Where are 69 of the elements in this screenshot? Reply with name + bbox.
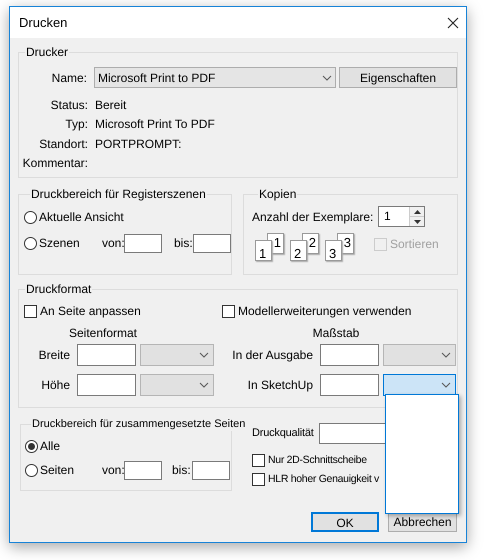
input-field[interactable] <box>124 460 162 480</box>
chevron-down-icon <box>322 74 332 80</box>
radio-label: Seiten <box>40 462 74 479</box>
cancel-button[interactable]: Abbrechen <box>388 512 457 532</box>
field-label: bis: <box>174 235 193 252</box>
column-heading: Maßstab <box>312 326 360 340</box>
field-label: In der Ausgabe <box>231 347 313 364</box>
field-label: Name: <box>50 70 87 86</box>
group-title: Druckbereich für zusammengesetzte Seiten <box>31 417 246 431</box>
input-field[interactable] <box>77 344 136 366</box>
dropdown-value: Microsoft Print to PDF <box>98 70 216 86</box>
field-label: Anzahl der Exemplare: <box>252 208 374 226</box>
radio-button[interactable] <box>24 236 37 250</box>
group-title: Kopien <box>258 187 298 201</box>
radio-label: Alle <box>40 438 60 455</box>
info-value: PORTPROMPT: <box>95 136 182 153</box>
field-label: Druckqualität <box>252 426 315 442</box>
checkbox-label: Modellerweiterungen verwenden <box>238 303 412 320</box>
info-value: Microsoft Print To PDF <box>95 116 215 134</box>
input-field[interactable] <box>193 234 231 252</box>
radio-button[interactable] <box>25 464 38 476</box>
field-label: In SketchUp <box>246 377 313 394</box>
info-label: Standort: <box>38 136 88 153</box>
chevron-down-icon <box>199 382 209 388</box>
number-spinner[interactable]: 1 <box>378 206 425 227</box>
ok-button[interactable]: OK <box>311 512 379 532</box>
printer-dropdown[interactable]: Microsoft Print to PDF <box>94 67 336 88</box>
checkbox-label: Nur 2D-Schnittscheibe <box>268 452 367 468</box>
radio-button[interactable] <box>24 210 37 224</box>
column-heading: Seitenformat <box>68 326 138 340</box>
checkbox[interactable] <box>252 454 265 467</box>
spinner-value: 1 <box>383 208 391 225</box>
checkbox-label: Sortieren <box>390 236 439 253</box>
info-label: Status: <box>50 96 88 114</box>
chevron-down-icon <box>441 352 451 358</box>
info-value: Bereit <box>95 96 126 114</box>
radio-button[interactable] <box>25 440 38 452</box>
checkbox[interactable] <box>24 304 37 318</box>
group-title: Drucker <box>25 45 70 59</box>
group-title: Druckformat <box>25 282 92 296</box>
radio-label: Aktuelle Ansicht <box>39 209 124 226</box>
close-icon[interactable] <box>447 16 459 28</box>
checkbox-label: HLR hoher Genauigkeit v <box>268 472 379 487</box>
properties-button[interactable]: Eigenschaften <box>339 67 457 88</box>
chevron-down-icon <box>199 352 209 358</box>
checkbox[interactable] <box>252 473 265 486</box>
group-title: Druckbereich für Registerszenen <box>30 187 207 201</box>
input-field[interactable] <box>192 460 230 480</box>
dropdown-list[interactable] <box>385 394 459 514</box>
field-label: Breite <box>38 347 70 364</box>
page-sheet: 1 <box>255 240 272 261</box>
input-field[interactable] <box>77 374 136 396</box>
page-sheet: 2 <box>290 240 307 261</box>
checkbox[interactable] <box>222 304 235 318</box>
window-title: Drucken <box>19 14 68 32</box>
input-field[interactable] <box>124 234 162 252</box>
input-field[interactable] <box>320 374 379 396</box>
field-label: von: <box>102 235 124 252</box>
field-label: von: <box>102 462 124 479</box>
input-field[interactable] <box>320 344 379 366</box>
chevron-down-icon <box>441 382 451 388</box>
field-label: Höhe <box>40 377 70 394</box>
page-sheet: 3 <box>325 240 342 261</box>
dropdown[interactable] <box>383 374 456 396</box>
info-label: Kommentar: <box>22 155 88 172</box>
info-label: Typ: <box>64 116 88 134</box>
field-label: bis: <box>172 462 192 479</box>
radio-label: Szenen <box>39 235 80 252</box>
checkbox-label: An Seite anpassen <box>40 303 141 320</box>
